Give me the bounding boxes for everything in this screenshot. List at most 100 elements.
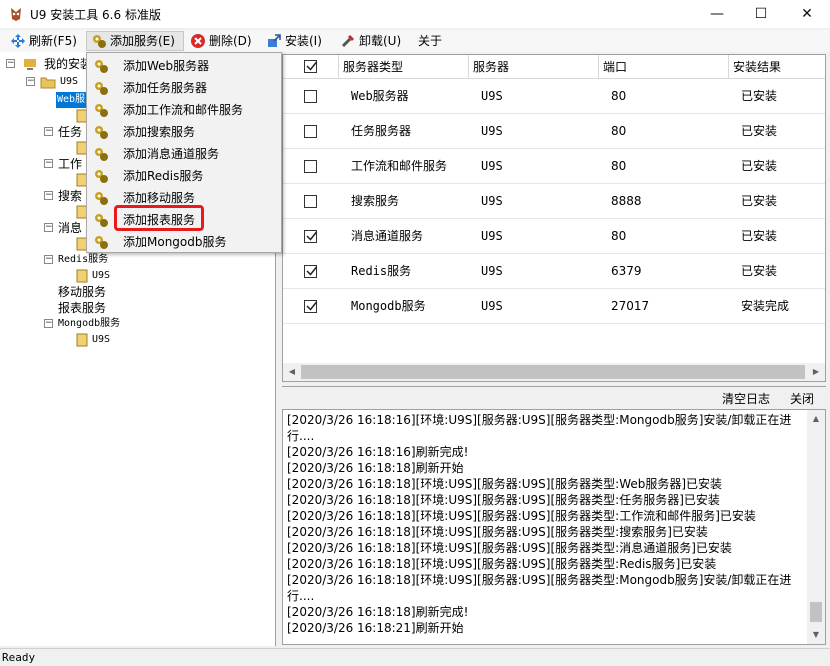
tree-leaf[interactable]: U9S [76, 268, 110, 284]
tree-search-node[interactable]: 搜索 [58, 188, 82, 204]
tree-message-label: 消息 [58, 221, 83, 235]
tree-report-node[interactable]: 报表服务 [58, 300, 106, 316]
tree-message-node[interactable]: 消息 [58, 220, 82, 236]
dropdown-item[interactable]: 添加工作流和邮件服务 [87, 99, 281, 121]
log-line: [2020/3/26 16:18:18][环境:U9S][服务器:U9S][服务… [287, 477, 723, 491]
tree-mobile-node[interactable]: 移动服务 [58, 284, 106, 300]
menu-bar: 刷新(F5) 添加服务(E) 删除(D) 安装(I) 卸载(U) 关于 [0, 30, 830, 52]
add-service-menu[interactable]: 添加服务(E) [86, 31, 184, 51]
scrollbar-thumb[interactable] [810, 602, 822, 622]
cell-type: Mongodb服务 [351, 299, 426, 313]
row-checkbox[interactable] [304, 230, 318, 243]
tree-mongodb-node[interactable]: Mongodb服务 [58, 316, 120, 332]
dropdown-item[interactable]: 添加消息通道服务 [87, 143, 281, 165]
dropdown-item[interactable]: 添加Web服务器 [87, 55, 281, 77]
tree-collapse-toggle[interactable]: − [44, 223, 53, 232]
cell-type: 消息通道服务 [351, 229, 424, 243]
header-port[interactable]: 端口 [599, 55, 729, 79]
tree-task-node[interactable]: 任务 [58, 124, 82, 140]
dropdown-item[interactable]: 添加Mongodb服务 [87, 231, 281, 253]
tree-server-node[interactable]: U9S [40, 74, 78, 90]
dropdown-item[interactable]: 添加搜索服务 [87, 121, 281, 143]
vertical-scrollbar[interactable]: ▲ ▼ [807, 410, 825, 644]
tree-collapse-toggle[interactable]: − [44, 319, 53, 328]
tree-collapse-toggle[interactable]: − [44, 191, 53, 200]
check-icon [306, 231, 318, 241]
table-row[interactable]: 任务服务器 U9S 80 已安装 [283, 114, 825, 149]
install-menu[interactable]: 安装(I) [262, 31, 326, 51]
cell-type: 搜索服务 [351, 194, 400, 208]
row-checkbox[interactable] [304, 300, 318, 313]
header-server[interactable]: 服务器 [469, 55, 599, 79]
header-type[interactable]: 服务器类型 [339, 55, 469, 79]
scroll-up-icon[interactable]: ▲ [807, 410, 825, 428]
log-line: 行.... [287, 589, 315, 603]
status-text: Ready [2, 651, 36, 664]
dropdown-item[interactable]: 添加任务服务器 [87, 77, 281, 99]
scroll-right-icon[interactable]: ▶ [807, 363, 825, 381]
table-row[interactable]: 搜索服务 U9S 8888 已安装 [283, 184, 825, 219]
delete-label: 删除(D) [209, 34, 252, 48]
service-gear-icon [95, 170, 108, 183]
table-row[interactable]: Web服务器 U9S 80 已安装 [283, 79, 825, 114]
tree-leaf[interactable]: U9S [76, 332, 110, 348]
log-toolbar: 清空日志 关闭 [282, 386, 826, 408]
cell-type: 工作流和邮件服务 [351, 159, 448, 173]
dropdown-item-label: 添加Mongodb服务 [123, 235, 227, 249]
service-gear-icon [95, 104, 108, 117]
cell-server: U9S [481, 229, 503, 243]
clear-log-button[interactable]: 清空日志 [722, 390, 770, 407]
uninstall-icon [341, 34, 355, 48]
row-checkbox[interactable] [304, 125, 317, 138]
select-all-checkbox[interactable] [304, 60, 318, 73]
service-gear-icon [95, 148, 108, 161]
add-service-icon [93, 35, 106, 48]
tree-collapse-toggle[interactable]: − [6, 59, 15, 68]
scroll-left-icon[interactable]: ◀ [283, 363, 301, 381]
tree-server-label: U9S [60, 76, 79, 87]
table-row[interactable]: 消息通道服务 U9S 80 已安装 [283, 219, 825, 254]
table-row[interactable]: Redis服务 U9S 6379 已安装 [283, 254, 825, 289]
header-checkbox-cell[interactable] [283, 55, 339, 79]
tree-root[interactable]: 我的安装 [22, 56, 92, 72]
header-result[interactable]: 安装结果 [729, 55, 825, 79]
cell-type: 任务服务器 [351, 124, 412, 138]
cell-server: U9S [481, 299, 503, 313]
uninstall-menu[interactable]: 卸载(U) [336, 31, 405, 51]
tree-collapse-toggle[interactable]: − [44, 159, 53, 168]
cell-server: U9S [481, 159, 503, 173]
row-checkbox[interactable] [304, 160, 317, 173]
table-row[interactable]: Mongodb服务 U9S 27017 安装完成 [283, 289, 825, 324]
log-line: [2020/3/26 16:18:18][环境:U9S][服务器:U9S][服务… [287, 573, 792, 587]
title-bar: U9 安装工具 6.6 标准版 — ☐ ✕ [0, 0, 830, 28]
table-row[interactable]: 工作流和邮件服务 U9S 80 已安装 [283, 149, 825, 184]
tree-workflow-label: 工作 [58, 157, 83, 171]
cell-result: 安装完成 [741, 299, 790, 313]
tree-collapse-toggle[interactable]: − [26, 77, 35, 86]
horizontal-scrollbar[interactable]: ◀ ▶ [283, 363, 825, 381]
dropdown-item-label: 添加工作流和邮件服务 [123, 103, 244, 117]
dropdown-item-label: 添加Redis服务 [123, 169, 204, 183]
row-checkbox[interactable] [304, 90, 317, 103]
tree-leaf-label: U9S [92, 334, 111, 345]
cell-server: U9S [481, 124, 503, 138]
scrollbar-thumb[interactable] [301, 365, 805, 379]
close-log-button[interactable]: 关闭 [790, 390, 814, 407]
tree-mongodb-label: Mongodb服务 [58, 318, 121, 329]
dropdown-item[interactable]: 添加Redis服务 [87, 165, 281, 187]
row-checkbox[interactable] [304, 265, 318, 278]
tree-collapse-toggle[interactable]: − [44, 127, 53, 136]
row-checkbox[interactable] [304, 195, 317, 208]
tree-redis-node[interactable]: Redis服务 [58, 252, 108, 268]
minimize-button[interactable]: — [694, 0, 740, 28]
refresh-menu[interactable]: 刷新(F5) [6, 31, 81, 51]
tree-collapse-toggle[interactable]: − [44, 255, 53, 264]
scroll-down-icon[interactable]: ▼ [807, 626, 825, 644]
delete-menu[interactable]: 删除(D) [186, 31, 256, 51]
tree-web-node[interactable]: Web服 [56, 92, 87, 108]
tree-workflow-node[interactable]: 工作 [58, 156, 82, 172]
window-title: U9 安装工具 6.6 标准版 [30, 8, 161, 22]
close-button[interactable]: ✕ [784, 0, 830, 28]
maximize-button[interactable]: ☐ [738, 0, 784, 28]
about-menu[interactable]: 关于 [414, 31, 446, 51]
